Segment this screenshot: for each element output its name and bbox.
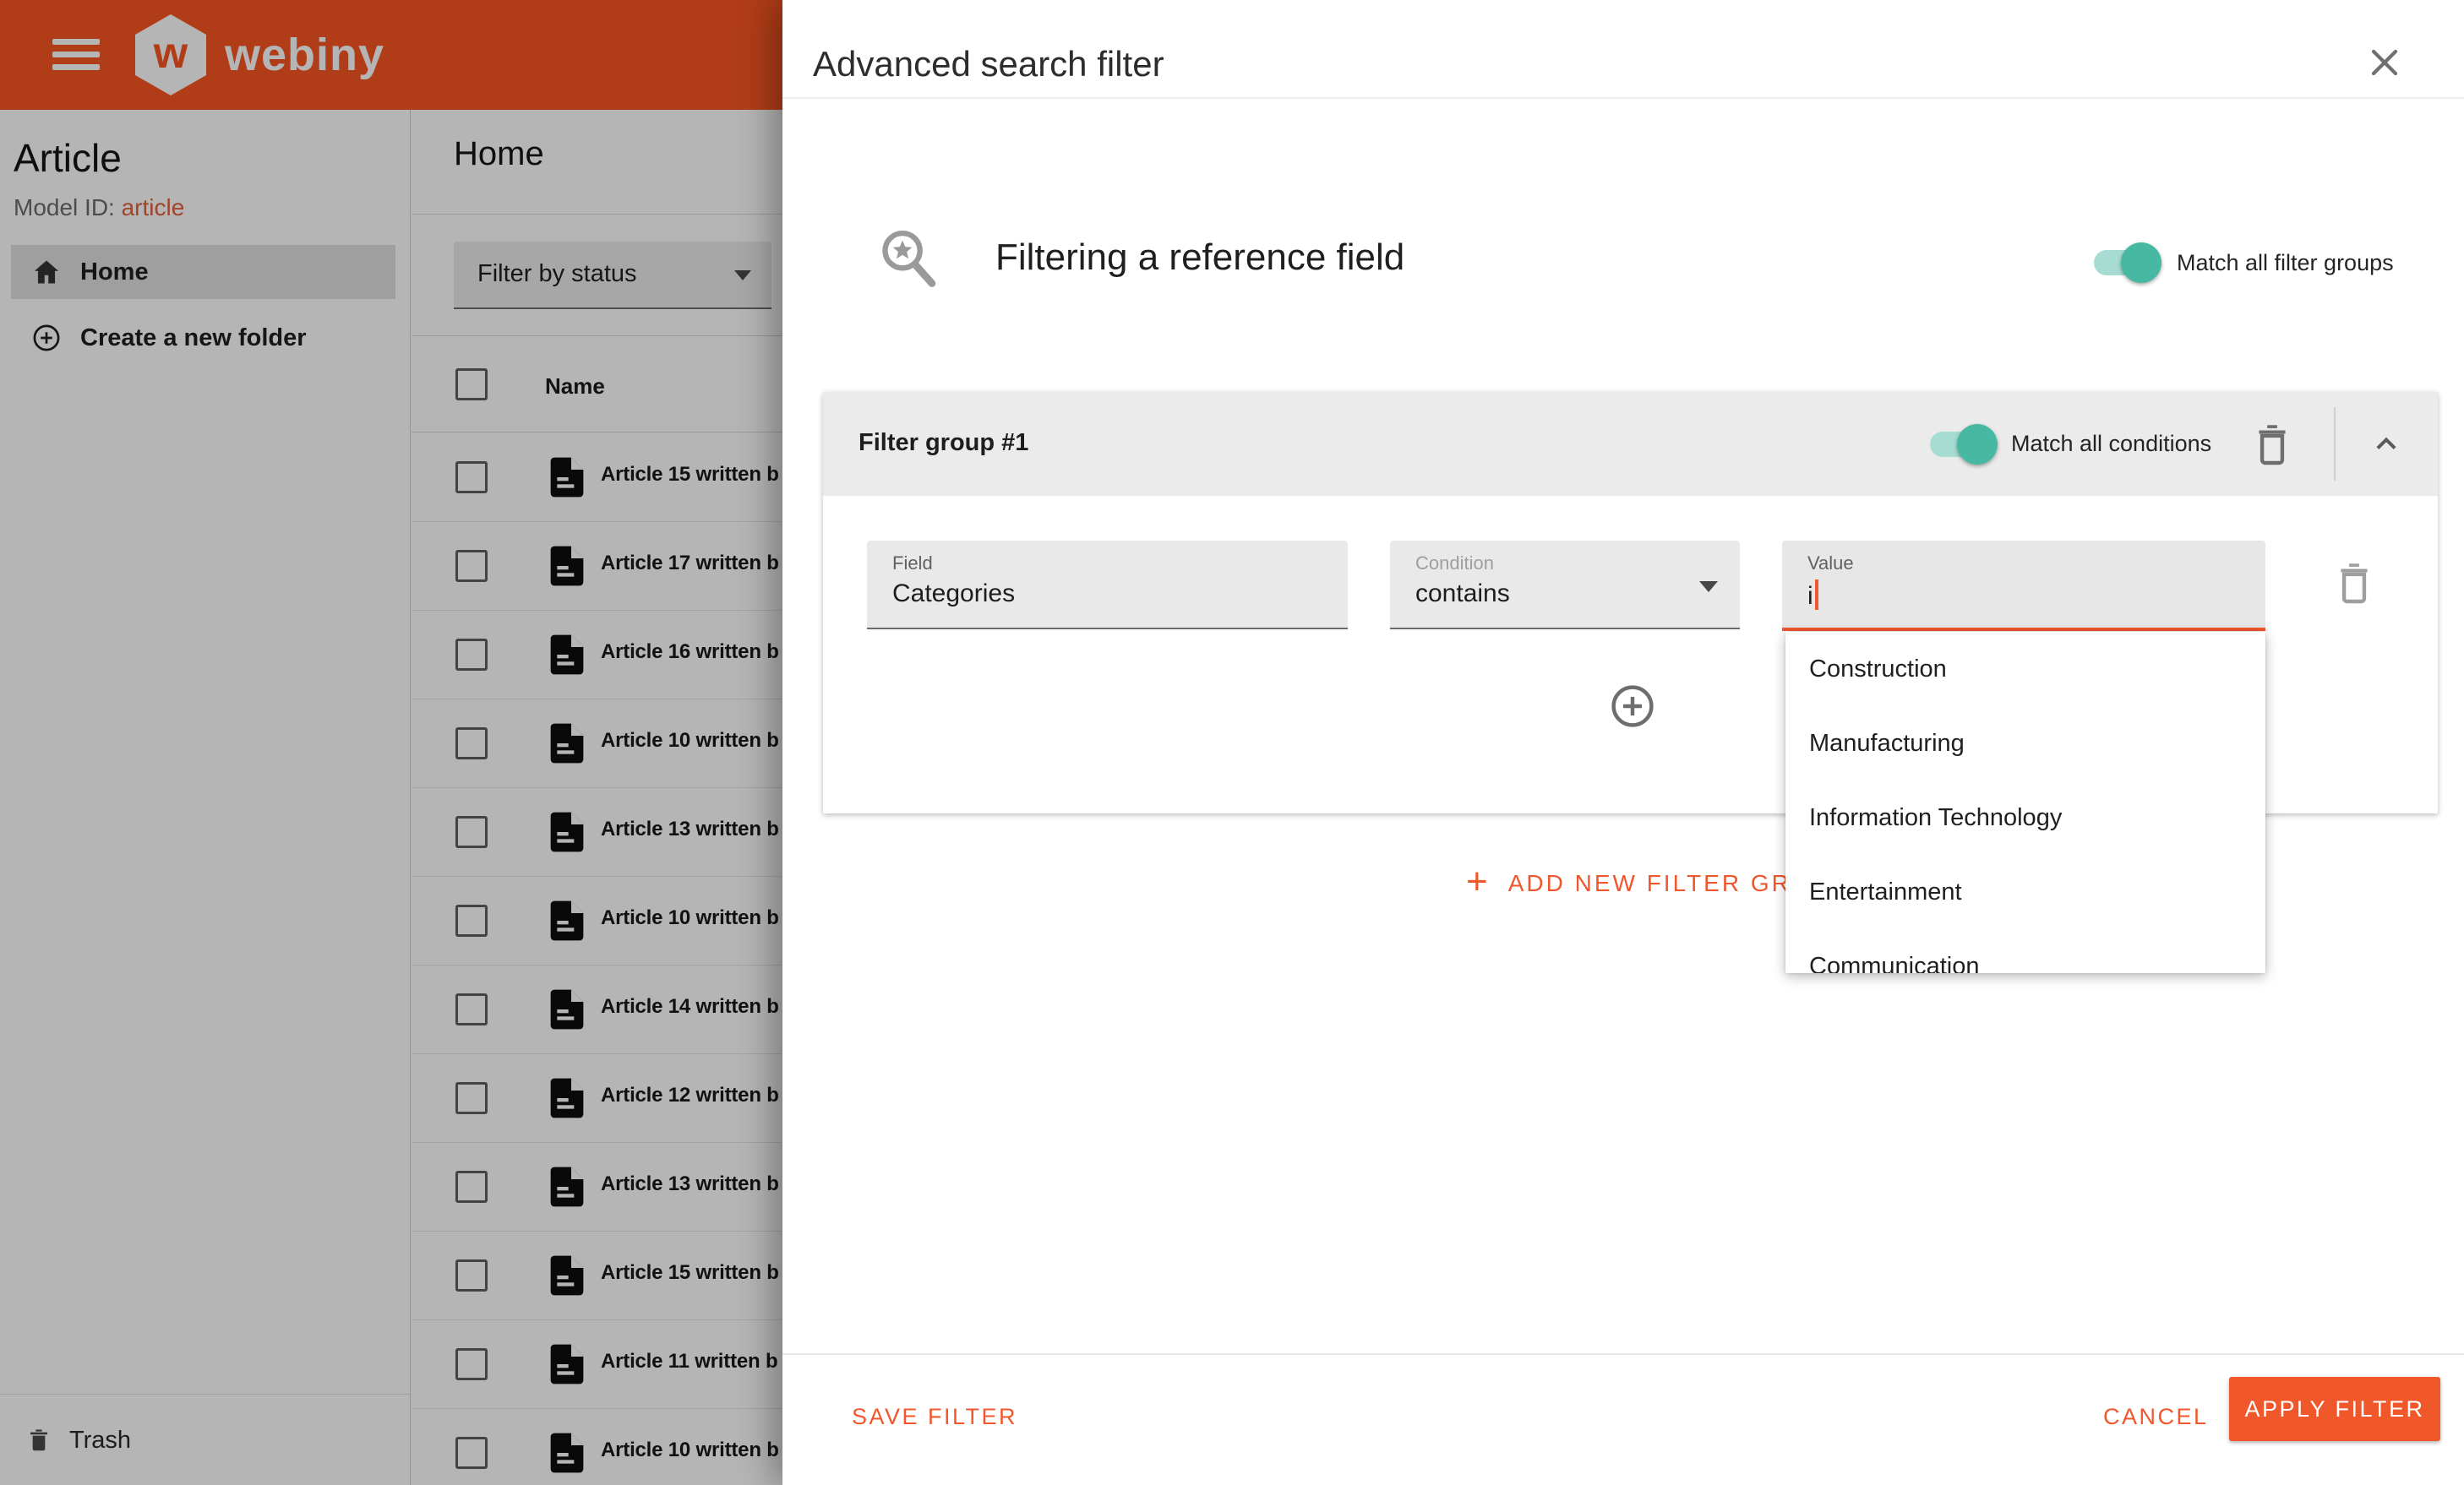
dropdown-option[interactable]: Information Technology bbox=[1785, 781, 2265, 855]
match-all-filter-groups-label: Match all filter groups bbox=[2177, 250, 2394, 275]
condition-label: Condition bbox=[1415, 552, 1494, 574]
save-filter-button[interactable]: SAVE FILTER bbox=[852, 1404, 1017, 1430]
dropdown-option[interactable]: Entertainment bbox=[1785, 855, 2265, 929]
apply-filter-button[interactable]: APPLY FILTER bbox=[2229, 1377, 2440, 1441]
screen: w webiny Article Model ID: article Home … bbox=[0, 0, 2464, 1485]
plus-icon: + bbox=[1466, 861, 1488, 902]
chevron-up-icon[interactable] bbox=[2368, 426, 2405, 463]
search-star-icon bbox=[882, 230, 936, 287]
dropdown-arrow-icon bbox=[1699, 581, 1718, 592]
divider bbox=[782, 97, 2464, 99]
filter-group-title: Filter group #1 bbox=[859, 429, 1029, 456]
cancel-button[interactable]: CANCEL bbox=[2103, 1404, 2209, 1430]
dropdown-option[interactable]: Manufacturing bbox=[1785, 706, 2265, 781]
add-condition-button[interactable] bbox=[1609, 683, 1656, 730]
match-all-filter-groups-toggle[interactable] bbox=[2094, 242, 2161, 283]
value-input[interactable]: Value i bbox=[1782, 541, 2265, 631]
delete-group-trash-icon[interactable] bbox=[2254, 422, 2291, 466]
match-all-conditions-toggle[interactable] bbox=[1930, 424, 1998, 465]
filter-group-header: Filter group #1 Match all conditions bbox=[823, 392, 2438, 496]
field-select[interactable]: Field Categories bbox=[867, 541, 1348, 629]
dropdown-option[interactable]: Construction bbox=[1785, 632, 2265, 706]
close-icon[interactable] bbox=[2364, 42, 2405, 83]
match-all-conditions-label: Match all conditions bbox=[2011, 431, 2212, 456]
modal-footer: SAVE FILTER CANCEL APPLY FILTER bbox=[782, 1353, 2464, 1485]
field-label: Field bbox=[892, 552, 933, 574]
condition-select[interactable]: Condition contains bbox=[1390, 541, 1740, 629]
modal-title: Advanced search filter bbox=[813, 44, 1164, 84]
filter-name-heading: Filtering a reference field bbox=[995, 237, 1405, 278]
value-label: Value bbox=[1807, 552, 1854, 574]
divider bbox=[2334, 407, 2336, 481]
delete-condition-trash-icon[interactable] bbox=[2336, 561, 2373, 605]
value-options-dropdown: Construction Manufacturing Information Tec… bbox=[1785, 632, 2265, 973]
text-cursor bbox=[1814, 579, 1818, 610]
advanced-search-filter-modal: Advanced search filter Filtering a refer… bbox=[782, 0, 2464, 1485]
condition-value: contains bbox=[1415, 579, 1510, 607]
dropdown-option[interactable]: Communication bbox=[1785, 929, 2265, 973]
field-value: Categories bbox=[892, 579, 1016, 607]
value-text: i bbox=[1807, 579, 1818, 611]
